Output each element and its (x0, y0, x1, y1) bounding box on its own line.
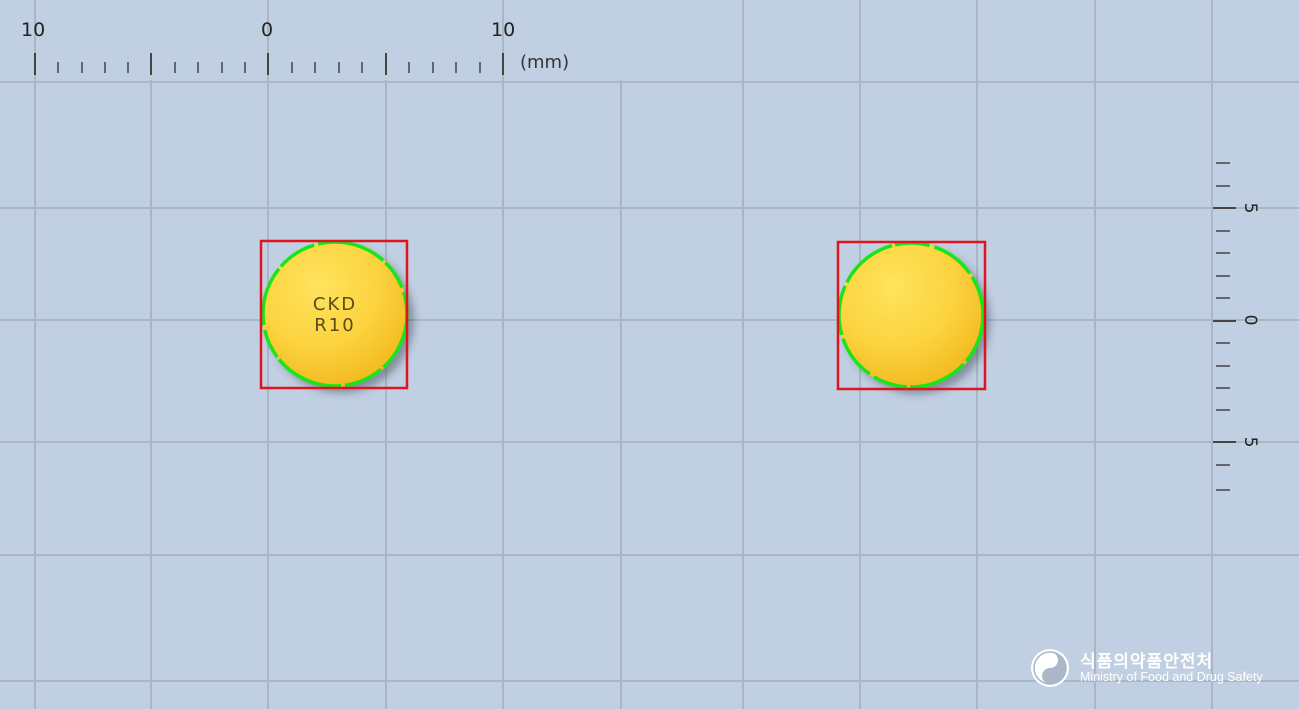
ruler-unit-label: (mm) (520, 52, 570, 73)
background-grid (0, 0, 1299, 709)
v-ruler-label-top: 5 (1240, 202, 1260, 214)
h-ruler-label-right: 10 (491, 19, 516, 41)
mfds-logo: 식품의약품안전처 Ministry of Food and Drug Safet… (1030, 648, 1270, 692)
imprint-line-2: R10 (314, 315, 356, 336)
h-ruler-label-left: 10 (21, 19, 46, 41)
taegeuk-logo-icon (1031, 649, 1069, 687)
pill-image-canvas (0, 0, 1299, 709)
horizontal-ruler (34, 53, 504, 75)
v-ruler-label-bottom: 5 (1240, 436, 1260, 448)
pill-imprint: CKD R10 (262, 294, 408, 336)
logo-korean-name: 식품의약품안전처 (1080, 652, 1214, 672)
logo-english-name: Ministry of Food and Drug Safety (1080, 670, 1263, 684)
v-ruler-label-center: 0 (1240, 314, 1260, 326)
h-ruler-label-center: 0 (261, 19, 274, 41)
vertical-ruler (1213, 162, 1236, 491)
pill-back (836, 240, 987, 391)
imprint-line-1: CKD (312, 294, 358, 315)
